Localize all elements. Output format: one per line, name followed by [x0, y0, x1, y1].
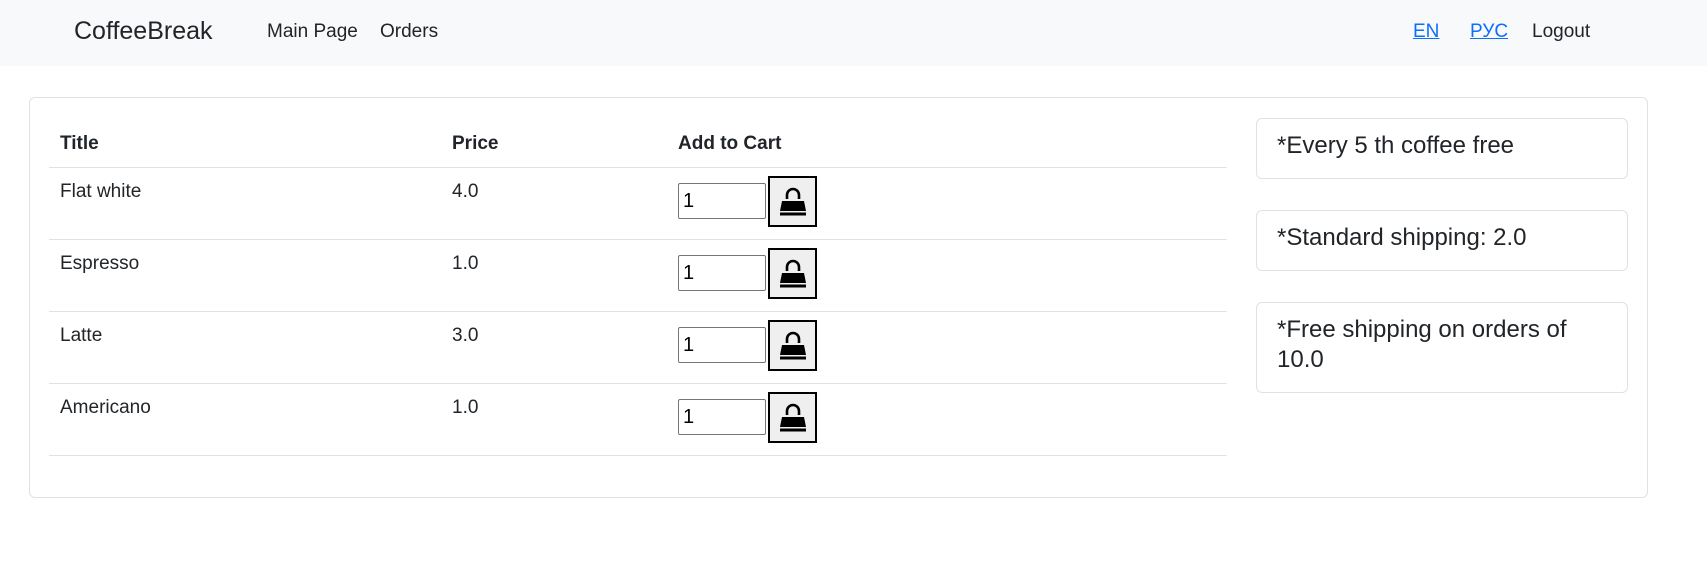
product-price: 1.0	[441, 383, 667, 456]
lang-en-link[interactable]: EN	[1413, 21, 1439, 43]
navbar: CoffeeBreak Main Page Orders EN РУС Logo…	[0, 0, 1707, 66]
quantity-input[interactable]	[678, 255, 766, 291]
menu-table: Title Price Add to Cart Flat white4.0Esp…	[49, 118, 1227, 456]
promo-fifth-free: *Every 5 th coffee free	[1256, 118, 1628, 179]
logout-link[interactable]: Logout	[1532, 21, 1590, 43]
brand-link[interactable]: CoffeeBreak	[74, 17, 213, 46]
product-price: 4.0	[441, 167, 667, 240]
add-to-cart-button[interactable]	[768, 319, 817, 371]
product-title: Espresso	[49, 239, 441, 312]
add-to-cart-cell	[667, 167, 1227, 240]
table-row: Americano 1.0	[49, 383, 1227, 456]
table-row: Espresso 1.0	[49, 239, 1227, 312]
header-add-to-cart: Add to Cart	[667, 118, 1227, 168]
quantity-input[interactable]	[678, 399, 766, 435]
product-title: Americano	[49, 383, 441, 456]
header-title: Title	[49, 118, 441, 168]
add-to-cart-button[interactable]	[768, 247, 817, 299]
product-price: 3.0	[441, 311, 667, 384]
product-price: 1.0	[441, 239, 667, 312]
nav-main-page[interactable]: Main Page	[267, 21, 358, 43]
table-row: Latte 3.0	[49, 311, 1227, 384]
promo-standard-shipping: *Standard shipping: 2.0	[1256, 210, 1628, 271]
quantity-input[interactable]	[678, 183, 766, 219]
add-to-cart-button[interactable]	[768, 391, 817, 443]
table-row: Flat white 4.0	[49, 167, 1227, 240]
promo-free-shipping: *Free shipping on orders of 10.0	[1256, 302, 1628, 393]
product-title: Flat white	[49, 167, 441, 240]
nav-orders[interactable]: Orders	[380, 21, 438, 43]
add-to-cart-cell	[667, 383, 1227, 456]
add-to-cart-cell	[667, 311, 1227, 384]
quantity-input[interactable]	[678, 327, 766, 363]
lang-ru-link[interactable]: РУС	[1470, 21, 1508, 43]
product-title: Latte	[49, 311, 441, 384]
add-to-cart-button[interactable]	[768, 175, 817, 227]
header-price: Price	[441, 118, 667, 168]
table-header-row: Title Price Add to Cart	[49, 118, 1227, 168]
add-to-cart-cell	[667, 239, 1227, 312]
